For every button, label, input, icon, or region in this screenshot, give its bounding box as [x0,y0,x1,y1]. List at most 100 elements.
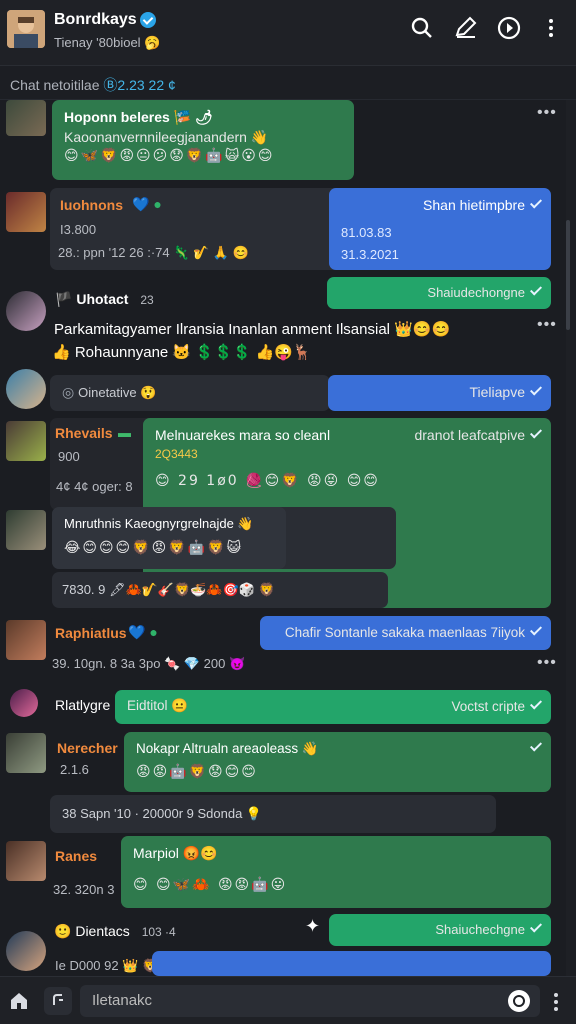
message-line: 2.1.6 [60,762,89,777]
sender-num: 23 [140,293,154,307]
pinned-bar[interactable]: Chat netoitilae Ⓑ2.23 22 ¢ [0,66,576,100]
reply-right-text: dranot leafcatpive [414,427,525,443]
reply-accent: 2Q3443 [155,446,198,461]
message-strip[interactable]: 38 Sapn '10 · 20000r 9 Sdonda 💡 [50,795,496,833]
verified-icon [140,12,156,28]
reply-title: Shan hietimpbre [341,196,543,216]
banner-text: Shaiudechongne [427,285,525,300]
sender-line: 🏴 Uhotact 23 [55,291,154,308]
compose-icon[interactable] [453,15,479,41]
message-input[interactable]: Iletanakc [80,985,540,1017]
emoji-button[interactable] [508,990,530,1012]
message-text: Oinetative 😲 [78,385,157,400]
message-more-icon[interactable]: ••• [537,104,557,122]
reply-bubble-green[interactable]: Marpiol 😡😊 😊 😊🦋🦀 😡😡🤖😛 [121,836,551,908]
reply-right: dranot leafcatpive [414,426,543,446]
message-body: Parkamitagyamer Ilransia Inanlan anment … [54,321,451,338]
chat-avatar[interactable] [7,10,45,48]
reply-title: Melnuarekes mara so cleanl [155,427,331,443]
play-icon[interactable] [496,15,522,41]
strip-text: 7830. 9 🖋🦀🎷🎸🦁🍜🦀🎯🎲 🦁 [62,582,275,597]
chat-app: Bonrdkays Tienay '80bioel 🥱 Chat netoiti… [0,0,576,1024]
message-bubble[interactable]: Hoponn beleres 🎏 🌶 Kaoonanvernnileegjana… [52,100,354,180]
banner-left: Eidtitol 😐 [127,698,189,713]
reply-title-text: Shan hietimpbre [423,197,525,213]
sender-name[interactable]: Nerecher [57,740,118,756]
avatar[interactable] [10,689,38,717]
reply-bubble-blue[interactable] [152,951,551,976]
avatar[interactable] [6,421,46,461]
sender-name[interactable]: Dientacs [75,923,129,939]
composer: Iletanakc [0,976,576,1024]
chat-header: Bonrdkays Tienay '80bioel 🥱 [0,0,576,66]
reply-header: Melnuarekes mara so cleanl dranot leafca… [155,426,543,446]
pinned-text: Chat netoitilae Ⓑ2.23 22 ¢ [10,75,176,95]
message-line: 900 [58,449,80,464]
sender-name[interactable]: Rlatlygre [55,697,110,713]
reply-emojis: 😊 29 1ø0 🧶😊🦁 😡😝 😊😊 [155,473,380,490]
reply-line-2: 31.3.2021 [341,246,399,262]
search-icon[interactable] [409,15,435,41]
clock-icon: ◎ [62,384,75,400]
avatar[interactable] [6,733,46,773]
sender-name[interactable]: Uhotact [76,291,128,307]
sender-name[interactable]: Rhevails [55,425,113,441]
message-more-icon[interactable]: ••• [537,654,557,672]
avatar[interactable] [6,510,46,550]
message-bubble[interactable]: Mnruthnis Kaeognyrgrelnajde 👋 😂😊😊😊🦁😡🦁🤖🦁😺 [52,507,286,569]
badge-icon: ▬ [118,425,131,440]
avatar[interactable] [6,620,46,660]
check-icon [529,283,543,296]
check-icon [529,623,543,636]
sparkle-icon: ✦ [305,916,321,936]
reply-title: Nokapr Altrualn areaoleass 👋 [136,741,319,756]
message-strip[interactable]: 7830. 9 🖋🦀🎷🎸🦁🍜🦀🎯🎲 🦁 [52,572,388,608]
check-icon [529,426,543,439]
status-banner[interactable]: Eidtitol 😐 Voctst cripte [115,690,551,724]
reply-bubble-blue[interactable]: Chafir Sontanle sakaka maenlaas 7iiyok [260,616,551,650]
reply-bubble-blue[interactable]: Shan hietimpbre 81.03.83 31.3.2021 [329,188,551,270]
sender-name[interactable]: Raphiatlus [55,625,127,641]
message-meta: 4¢ 4¢ oger: 8 [56,479,133,494]
check-icon [529,920,543,933]
sender-line: 🙂 Dientacs 103 ·4 [54,923,176,940]
home-icon[interactable] [8,990,30,1017]
message-meta: 28.: ppn '12 26 :·74 🦎 🎷 🙏 😊 [58,245,249,260]
scrollbar-thumb[interactable] [566,220,570,330]
status-banner[interactable]: Shaiuchechgne [329,914,551,946]
reply-emojis: 😡😡🤖🦁😟😊😊 [136,763,258,780]
reply-header: Nokapr Altrualn areaoleass 👋 [136,739,543,759]
more-icon[interactable] [544,15,558,41]
avatar[interactable] [6,100,46,136]
avatar[interactable] [6,841,46,881]
pinned-accent: Ⓑ2.23 22 ¢ [103,77,176,93]
avatar[interactable] [6,931,46,971]
message-line: I3.800 [60,222,97,237]
reply-title: Marpiol 😡😊 [133,845,218,861]
banner-right-text: Voctst cripte [451,699,525,714]
status-banner[interactable]: Shaiudechongne [327,277,551,309]
sender-name[interactable]: Iuohnons [60,197,123,213]
banner-right: Voctst cripte [451,697,543,717]
reply-line-1: 81.03.83 [341,224,392,240]
attach-button[interactable] [44,987,72,1015]
reply-bubble-blue[interactable]: Tieliapve [328,375,551,411]
avatar[interactable] [6,192,46,232]
avatar[interactable] [6,369,46,409]
message-body: Kaoonanvernnileegjanandern 👋 [64,128,269,145]
message-more-icon[interactable]: ••• [537,316,557,334]
badges: 💙 ● [132,196,162,212]
message-bubble[interactable]: ◎ Oinetative 😲 [50,375,330,411]
chat-title: Bonrdkays [54,11,137,28]
message-title: Mnruthnis Kaeognyrgrelnajde 👋 [64,516,254,531]
reply-bubble-green[interactable]: Nokapr Altrualn areaoleass 👋 😡😡🤖🦁😟😊😊 [124,732,551,792]
message-body-2: 👍 Rohaunnyane 🐱 💲💲💲 👍😜🦌 [52,344,312,361]
sender-name[interactable]: Ranes [55,848,97,864]
message-meta: 39. 10gn. 8 3a 3po 🍬 💎 200 😈 [52,656,246,671]
avatar[interactable] [6,291,46,331]
check-icon [529,739,543,752]
strip-text: 38 Sapn '10 · 20000r 9 Sdonda 💡 [62,806,263,821]
banner-text: Shaiuchechgne [435,922,525,937]
more-icon[interactable] [550,991,562,1018]
message-title: Hoponn beleres 🎏 🌶 [64,109,213,125]
